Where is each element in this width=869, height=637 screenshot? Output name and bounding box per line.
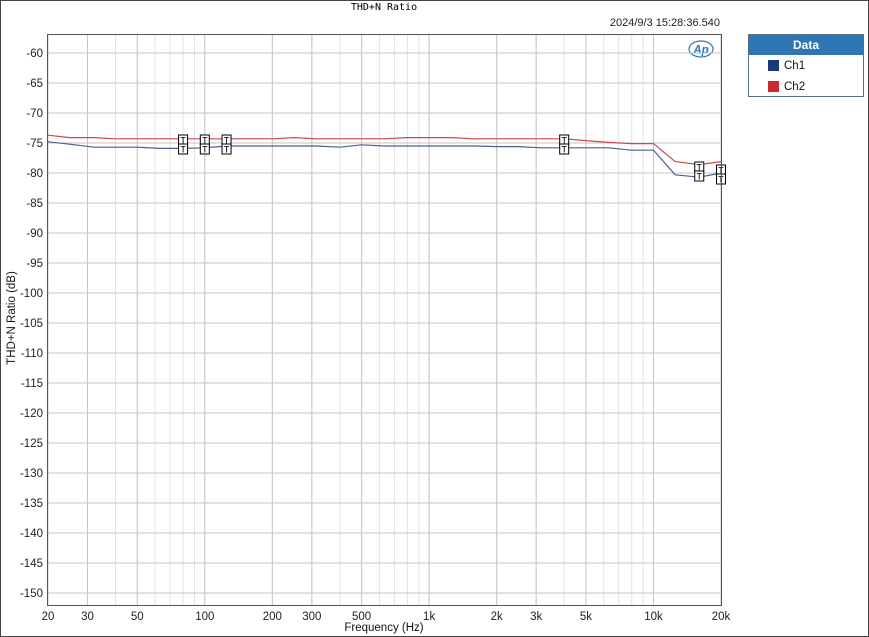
legend-panel: Data Ch1 Ch2 xyxy=(748,34,864,97)
x-axis-label: Frequency (Hz) xyxy=(344,622,423,634)
y-tick-label: -105 xyxy=(20,318,43,330)
x-tick-label: 20 xyxy=(42,611,55,623)
y-tick-label: -135 xyxy=(20,498,43,510)
chart-window: THD+N Ratio 2024/9/3 15:28:36.540 Ap 20 3… xyxy=(0,0,869,637)
x-tick-label: 100 xyxy=(195,611,214,623)
ch2-swatch xyxy=(768,81,779,92)
limit-marker: TT xyxy=(178,134,189,156)
x-tick-label: 30 xyxy=(81,611,94,623)
y-tick-label: -65 xyxy=(26,78,43,90)
limit-marker: TT xyxy=(559,134,570,156)
y-tick-label: -120 xyxy=(20,408,43,420)
x-tick-label: 5k xyxy=(580,611,592,623)
y-tick-label: -95 xyxy=(26,258,43,270)
ch1-swatch xyxy=(768,60,779,71)
y-tick-label: -145 xyxy=(20,558,43,570)
x-tick-label: 2k xyxy=(491,611,503,623)
y-tick-label: -60 xyxy=(26,48,43,60)
legend-label-ch2: Ch2 xyxy=(784,80,806,93)
y-tick-label: -110 xyxy=(21,348,43,360)
x-tick-label: 1k xyxy=(423,611,435,623)
y-tick-label: -130 xyxy=(20,468,43,480)
legend-header[interactable]: Data xyxy=(749,35,863,55)
limit-marker-label: T xyxy=(561,146,567,156)
y-tick-label: -115 xyxy=(21,378,43,390)
limit-marker-label: T xyxy=(180,146,186,156)
y-tick-label: -100 xyxy=(20,288,43,300)
timestamp: 2024/9/3 15:28:36.540 xyxy=(610,17,720,29)
y-tick-label: -75 xyxy=(26,138,43,150)
limit-marker: TT xyxy=(221,134,232,156)
y-tick-label: -150 xyxy=(20,588,43,600)
x-tick-label: 200 xyxy=(263,611,282,623)
chart-title: THD+N Ratio xyxy=(351,2,417,13)
y-tick-label: -70 xyxy=(26,108,43,120)
limit-marker: TT xyxy=(199,134,210,156)
legend-item-ch2[interactable]: Ch2 xyxy=(749,76,863,97)
limit-marker: TT xyxy=(694,161,705,183)
limit-marker-label: T xyxy=(697,173,703,183)
ap-logo-text: Ap xyxy=(692,45,708,57)
x-tick-label: 50 xyxy=(131,611,144,623)
limit-marker-label: T xyxy=(224,146,230,156)
y-tick-label: -80 xyxy=(26,168,43,180)
x-tick-label: 10k xyxy=(644,611,663,623)
x-tick-label: 300 xyxy=(302,611,321,623)
legend-label-ch1: Ch1 xyxy=(784,59,806,72)
x-tick-label: 20k xyxy=(712,611,731,623)
x-tick-label: 3k xyxy=(530,611,542,623)
y-tick-label: -140 xyxy=(20,528,43,540)
limit-marker-label: T xyxy=(202,146,208,156)
y-tick-label: -125 xyxy=(20,438,43,450)
y-tick-label: -90 xyxy=(26,228,43,240)
y-axis-label: THD+N Ratio (dB) xyxy=(6,271,18,365)
y-tick-label: -85 xyxy=(26,198,43,210)
legend-item-ch1[interactable]: Ch1 xyxy=(749,55,863,76)
